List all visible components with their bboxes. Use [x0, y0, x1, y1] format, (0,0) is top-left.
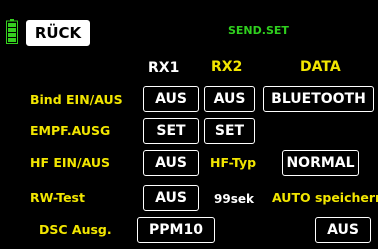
battery-icon	[6, 19, 18, 44]
hf-rx1-button[interactable]: AUS	[143, 150, 199, 176]
back-button[interactable]: RÜCK	[26, 20, 90, 46]
bluetooth-button[interactable]: BLUETOOTH	[263, 86, 374, 112]
bind-rx1-button[interactable]: AUS	[143, 86, 199, 112]
auto-save-button[interactable]: AUS	[315, 217, 371, 243]
bind-rx2-button[interactable]: AUS	[204, 86, 255, 112]
column-header-rx2: RX2	[211, 59, 243, 75]
rw-test-label: RW-Test	[30, 190, 85, 205]
transmitter-screen: RÜCK SEND.SET RX1 RX2 DATA Bind EIN/AUS …	[0, 0, 378, 249]
hf-typ-label: HF-Typ	[210, 155, 257, 170]
column-header-rx1: RX1	[148, 60, 180, 76]
page-title: SEND.SET	[228, 24, 289, 37]
hf-label: HF EIN/AUS	[30, 155, 111, 170]
rw-test-button[interactable]: AUS	[143, 185, 199, 211]
bind-label: Bind EIN/AUS	[30, 92, 123, 107]
rw-test-timer: 99sek	[214, 192, 254, 206]
column-header-data: DATA	[300, 59, 341, 75]
dsc-label: DSC Ausg.	[39, 222, 112, 237]
empf-ausg-label: EMPF.AUSG	[30, 123, 111, 138]
dsc-mode-button[interactable]: PPM10	[137, 217, 215, 243]
empf-rx2-set-button[interactable]: SET	[204, 118, 255, 144]
auto-save-label: AUTO speichern	[272, 190, 378, 205]
empf-rx1-set-button[interactable]: SET	[143, 118, 199, 144]
hf-typ-button[interactable]: NORMAL	[282, 150, 359, 176]
